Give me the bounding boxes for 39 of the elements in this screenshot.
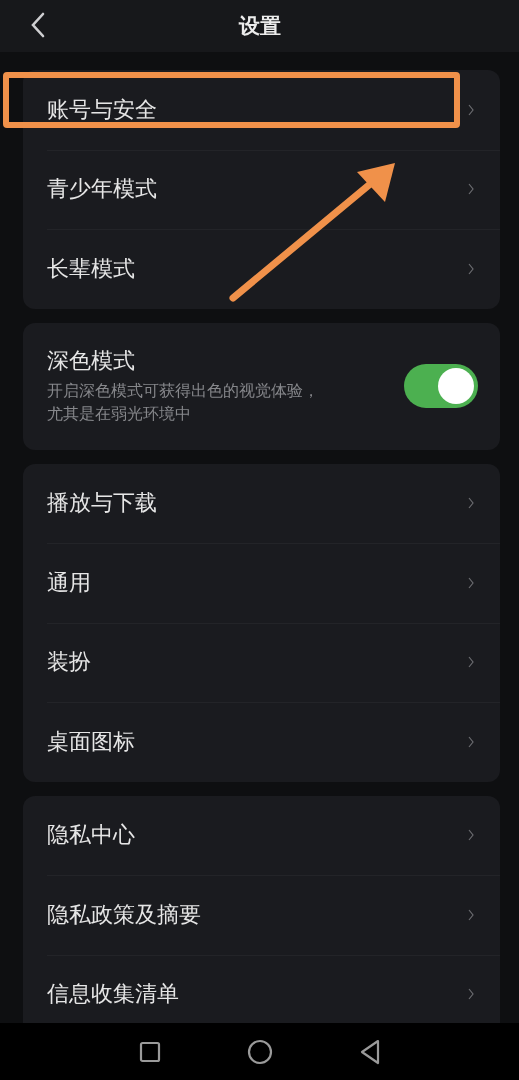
home-icon[interactable] [246,1038,273,1065]
chevron-icon [468,497,474,510]
back-nav-icon[interactable] [358,1038,381,1065]
settings-item[interactable]: 通用 [23,543,500,623]
toggle-switch[interactable] [404,364,478,408]
item-label: 装扮 [47,648,91,677]
page-title: 设置 [238,13,281,40]
settings-item[interactable]: 播放与下载 [23,463,500,543]
chevron-icon [468,908,474,921]
settings-item[interactable]: 长辈模式 [23,229,500,309]
item-label: 隐私政策及摘要 [47,900,201,929]
chevron-icon [468,988,474,1001]
settings-item[interactable]: 隐私中心 [23,795,500,875]
settings-item[interactable]: 青少年模式 [23,149,500,229]
settings-item[interactable]: 桌面图标 [23,702,500,782]
item-label: 长辈模式 [47,254,135,283]
item-description: 开启深色模式可获得出色的视觉体验， [47,380,319,402]
settings-item[interactable]: 隐私政策及摘要 [23,875,500,955]
item-label: 账号与安全 [47,95,157,124]
chevron-icon [468,829,474,842]
settings-item[interactable]: 装扮 [23,622,500,702]
settings-item[interactable]: 信息收集清单 [23,954,500,1023]
chevron-icon [468,103,474,116]
chevron-icon [468,576,474,589]
chevron-icon [468,262,474,275]
item-label: 播放与下载 [47,489,157,518]
chevron-icon [468,656,474,669]
chevron-icon [468,735,474,748]
recent-apps-icon[interactable] [138,1040,161,1063]
item-description: 尤其是在弱光环境中 [47,404,192,425]
item-label: 信息收集清单 [47,980,179,1009]
item-label: 通用 [47,568,91,597]
back-icon[interactable] [31,12,45,38]
chevron-icon [468,183,474,196]
item-label: 桌面图标 [47,727,135,756]
settings-item[interactable]: 账号与安全 [23,70,500,150]
item-label: 青少年模式 [47,175,157,204]
item-label: 隐私中心 [47,821,135,850]
item-label: 深色模式 [47,346,136,375]
